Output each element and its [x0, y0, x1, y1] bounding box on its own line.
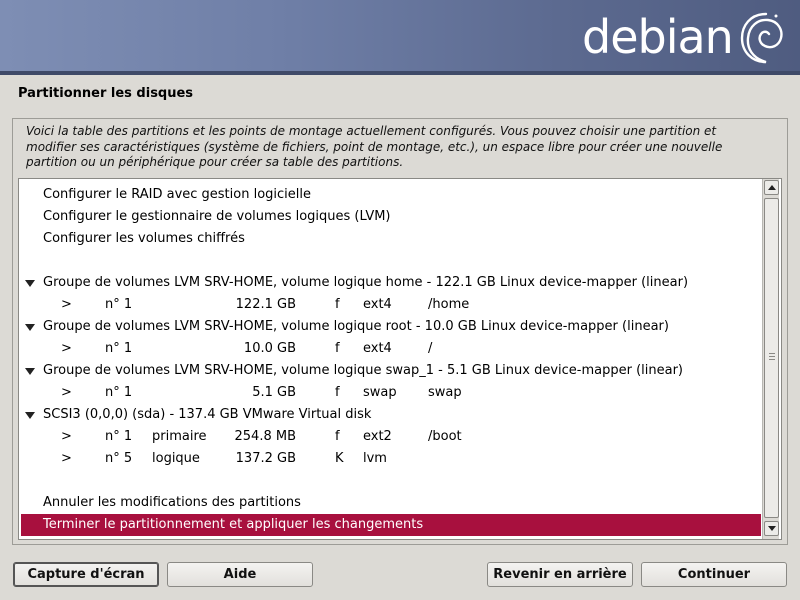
partition-flag: f	[335, 341, 340, 356]
partition-arrow: >	[61, 297, 72, 312]
partition-flag: f	[335, 429, 340, 444]
grip-line	[769, 356, 775, 357]
debian-banner: debian	[0, 0, 800, 75]
partition-size: 10.0 GB	[243, 341, 296, 356]
group-header-label: Groupe de volumes LVM SRV-HOME, volume l…	[43, 319, 669, 334]
expand-triangle-icon[interactable]	[25, 412, 35, 419]
expand-triangle-icon[interactable]	[25, 280, 35, 287]
expand-triangle-icon[interactable]	[25, 324, 35, 331]
partition-row[interactable]: > n° 1 122.1 GB f ext4 /home	[21, 294, 761, 316]
partition-size: 254.8 MB	[234, 429, 296, 444]
list-item-label: Configurer le gestionnaire de volumes lo…	[43, 209, 391, 224]
partition-type: logique	[152, 451, 200, 466]
list-item-crypto[interactable]: Configurer les volumes chiffrés	[21, 228, 761, 250]
partition-fs: ext4	[363, 341, 392, 356]
scroll-down-button[interactable]	[764, 521, 779, 536]
disk-header-sda[interactable]: SCSI3 (0,0,0) (sda) - 137.4 GB VMware Vi…	[21, 404, 761, 426]
disk-header-label: SCSI3 (0,0,0) (sda) - 137.4 GB VMware Vi…	[43, 407, 372, 422]
grip-line	[769, 353, 775, 354]
partition-mount: /home	[428, 297, 470, 312]
partition-flag: f	[335, 297, 340, 312]
list-item-label: Configurer le RAID avec gestion logiciel…	[43, 187, 312, 202]
list-item-raid[interactable]: Configurer le RAID avec gestion logiciel…	[21, 184, 761, 206]
help-button[interactable]: Aide	[167, 562, 313, 587]
grip-line	[769, 359, 775, 360]
partition-mount: /	[428, 341, 433, 356]
partition-number: n° 1	[105, 341, 133, 356]
partition-fs: swap	[363, 385, 397, 400]
partition-arrow: >	[61, 341, 72, 356]
partition-list[interactable]: Configurer le RAID avec gestion logiciel…	[18, 178, 782, 540]
partition-number: n° 1	[105, 297, 133, 312]
list-item-finish[interactable]: Terminer le partitionnement et appliquer…	[21, 514, 761, 536]
partition-size: 122.1 GB	[235, 297, 296, 312]
partition-arrow: >	[61, 429, 72, 444]
scrollbar-thumb[interactable]	[764, 198, 779, 518]
partition-arrow: >	[61, 451, 72, 466]
partition-number: n° 1	[105, 385, 133, 400]
group-header-root[interactable]: Groupe de volumes LVM SRV-HOME, volume l…	[21, 316, 761, 338]
partition-fs: ext4	[363, 297, 392, 312]
partition-flag: f	[335, 385, 340, 400]
partition-mount: swap	[428, 385, 462, 400]
screenshot-button[interactable]: Capture d'écran	[13, 562, 159, 587]
partition-type: primaire	[152, 429, 207, 444]
partition-number: n° 5	[105, 451, 133, 466]
group-header-label: Groupe de volumes LVM SRV-HOME, volume l…	[43, 275, 689, 290]
partition-size: 137.2 GB	[235, 451, 296, 466]
group-header-home[interactable]: Groupe de volumes LVM SRV-HOME, volume l…	[21, 272, 761, 294]
partition-mount: /boot	[428, 429, 462, 444]
expand-triangle-icon[interactable]	[25, 368, 35, 375]
partition-arrow: >	[61, 385, 72, 400]
list-item-label: Terminer le partitionnement et appliquer…	[43, 517, 424, 532]
page-title: Partitionner les disques	[18, 86, 194, 101]
partition-flag: K	[335, 451, 344, 466]
description-text: Voici la table des partitions et les poi…	[26, 124, 723, 169]
scroll-up-button[interactable]	[764, 180, 779, 195]
arrow-up-icon	[768, 185, 776, 190]
partition-row[interactable]: > n° 5 logique 137.2 GB K lvm	[21, 448, 761, 470]
partition-number: n° 1	[105, 429, 133, 444]
back-button[interactable]: Revenir en arrière	[487, 562, 633, 587]
partition-fs: lvm	[363, 451, 387, 466]
group-header-label: Groupe de volumes LVM SRV-HOME, volume l…	[43, 363, 684, 378]
vertical-scrollbar[interactable]	[762, 179, 779, 539]
partition-fs: ext2	[363, 429, 392, 444]
partition-size: 5.1 GB	[252, 385, 296, 400]
arrow-down-icon	[768, 526, 776, 531]
group-header-swap[interactable]: Groupe de volumes LVM SRV-HOME, volume l…	[21, 360, 761, 382]
partition-row[interactable]: > n° 1 5.1 GB f swap swap	[21, 382, 761, 404]
list-item-label: Annuler les modifications des partitions	[43, 495, 301, 510]
list-item-undo[interactable]: Annuler les modifications des partitions	[21, 492, 761, 514]
list-item-lvm[interactable]: Configurer le gestionnaire de volumes lo…	[21, 206, 761, 228]
list-item-label: Configurer les volumes chiffrés	[43, 231, 245, 246]
debian-swirl-icon	[740, 12, 783, 64]
partition-row[interactable]: > n° 1 10.0 GB f ext4 /	[21, 338, 761, 360]
partition-row[interactable]: > n° 1 primaire 254.8 MB f ext2 /boot	[21, 426, 761, 448]
debian-logo-text: debian	[582, 10, 734, 64]
continue-button[interactable]: Continuer	[641, 562, 787, 587]
